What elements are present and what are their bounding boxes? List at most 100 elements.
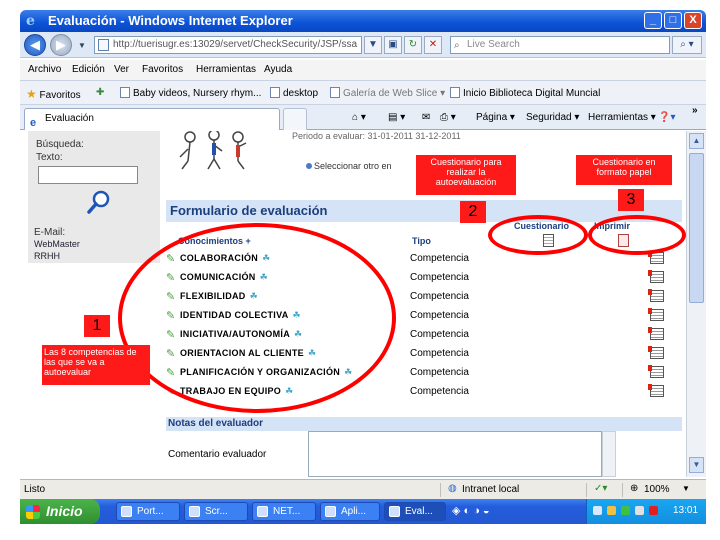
help-icon[interactable]: ❓▾ <box>658 112 675 123</box>
seguridad-menu[interactable]: Seguridad ▾ <box>526 112 579 123</box>
questionnaire-row-icon[interactable] <box>648 365 664 378</box>
address-dropdown-button[interactable]: ▼ <box>364 36 382 54</box>
fav-biblioteca-digital[interactable]: Inicio Biblioteca Digital Muncial <box>450 87 600 99</box>
forward-button[interactable]: ▶ <box>50 34 72 56</box>
minimize-button[interactable]: _ <box>644 12 662 29</box>
competencia-tipo: Competencia <box>410 348 469 359</box>
task-apli[interactable]: Apli... <box>320 502 380 521</box>
questionnaire-row-icon[interactable] <box>648 308 664 321</box>
magnifier-search-icon[interactable] <box>86 189 112 215</box>
tray-alert-icon[interactable] <box>649 506 658 515</box>
select-other-link[interactable]: Seleccionar otro en <box>314 161 392 171</box>
back-button[interactable]: ◀ <box>24 34 46 56</box>
fav-desktop[interactable]: desktop <box>270 87 318 99</box>
compat-view-icon[interactable]: ▣ <box>384 36 402 54</box>
annotation-number-3: 3 <box>618 189 644 211</box>
questionnaire-row-icon[interactable] <box>648 346 664 359</box>
new-tab-button[interactable] <box>283 108 307 130</box>
windows-logo-icon <box>26 505 40 519</box>
tray-app-icon[interactable] <box>621 506 630 515</box>
questionnaire-row-icon[interactable] <box>648 327 664 340</box>
tray-app-icon[interactable] <box>607 506 616 515</box>
zoom-dropdown-icon[interactable]: ▼ <box>682 484 690 493</box>
status-bar: Listo ◍ Intranet local ✓▾ ⊕ 100% ▼ <box>20 479 706 499</box>
maximize-button[interactable]: □ <box>664 12 682 29</box>
page-icon <box>330 87 340 98</box>
history-dropdown-icon[interactable]: ▼ <box>78 41 86 50</box>
start-button[interactable]: Inicio <box>20 499 100 524</box>
star-icon: ★ <box>26 87 37 101</box>
questionnaire-row-icon[interactable] <box>648 289 664 302</box>
window-title-bar[interactable]: e Evaluación - Windows Internet Explorer… <box>20 10 706 32</box>
col-tipo[interactable]: Tipo <box>412 236 431 246</box>
callout-imprimir: Cuestionario en formato papel <box>576 155 672 185</box>
pagina-menu[interactable]: Página ▾ <box>476 112 515 123</box>
menu-ayuda[interactable]: Ayuda <box>264 64 292 75</box>
questionnaire-row-icon[interactable] <box>648 384 664 397</box>
favorites-button[interactable]: ★ Favoritos <box>26 87 81 101</box>
print-icon[interactable]: ⎙ ▾ <box>440 112 456 123</box>
search-go-button[interactable]: ⌕ ▾ <box>672 36 702 54</box>
task-label: Apli... <box>341 506 367 517</box>
close-button[interactable]: X <box>684 12 702 29</box>
comentario-scrollbar[interactable] <box>602 431 616 477</box>
fav-label: Baby videos, Nursery rhym... <box>133 88 262 99</box>
task-evaluacion[interactable]: Eval... <box>384 502 446 521</box>
task-scr[interactable]: Scr... <box>184 502 248 521</box>
fav-baby-videos[interactable]: Baby videos, Nursery rhym... <box>120 87 261 99</box>
annotation-number-2: 2 <box>460 201 486 223</box>
protected-mode-icon[interactable]: ✓▾ <box>594 483 607 494</box>
stop-icon[interactable]: ✕ <box>424 36 442 54</box>
scroll-up-icon[interactable]: ▲ <box>689 133 704 149</box>
scroll-down-icon[interactable]: ▼ <box>689 457 704 473</box>
rrhh-link[interactable]: RRHH <box>34 251 60 261</box>
security-zone[interactable]: Intranet local <box>462 484 519 495</box>
webmaster-link[interactable]: WebMaster <box>34 239 80 249</box>
menu-archivo[interactable]: Archivo <box>28 64 61 75</box>
add-favorite-icon[interactable]: ✚ <box>96 87 104 98</box>
menu-herramientas[interactable]: Herramientas <box>196 64 256 75</box>
address-input[interactable]: http://tuerisugr.es:13029/servet/CheckSe… <box>94 36 362 54</box>
tray-app-icon[interactable] <box>635 506 644 515</box>
tab-label: Evaluación <box>45 113 94 124</box>
network-icon[interactable] <box>593 506 602 515</box>
fav-web-slice-gallery[interactable]: Galería de Web Slice ▾ <box>330 87 445 99</box>
feeds-icon[interactable]: ▤ ▾ <box>388 112 405 123</box>
toolbar-overflow-icon[interactable]: » <box>692 105 698 116</box>
quick-launch-icons[interactable]: ◈ ◐ ◑ ◒ <box>452 504 490 517</box>
herramientas-menu[interactable]: Herramientas ▾ <box>588 112 656 123</box>
herramientas-label: Herramientas <box>588 112 649 123</box>
status-separator <box>440 483 441 497</box>
home-icon[interactable]: ⌂ ▾ <box>352 112 366 123</box>
task-net[interactable]: NET... <box>252 502 316 521</box>
refresh-icon[interactable]: ↻ <box>404 36 422 54</box>
competencia-tipo: Competencia <box>410 386 469 397</box>
competencia-tipo: Competencia <box>410 367 469 378</box>
questionnaire-row-icon[interactable] <box>648 270 664 283</box>
tab-bar: e Evaluación ⌂ ▾ ▤ ▾ ✉ ⎙ ▾ Página ▾ Segu… <box>20 104 706 130</box>
ie-tab-icon: e <box>30 117 37 129</box>
tab-evaluacion[interactable]: e Evaluación <box>24 108 280 130</box>
menu-edicion[interactable]: Edición <box>72 64 105 75</box>
clock[interactable]: 13:01 <box>673 505 698 516</box>
task-port[interactable]: Port... <box>116 502 180 521</box>
status-separator <box>586 483 587 497</box>
scroll-thumb[interactable] <box>689 153 704 303</box>
address-toolbar: ◀ ▶ ▼ http://tuerisugr.es:13029/servet/C… <box>20 32 706 58</box>
competencia-tipo: Competencia <box>410 310 469 321</box>
bullet-icon <box>306 163 312 169</box>
system-tray: 13:01 <box>586 499 706 524</box>
folder-icon <box>257 506 268 517</box>
page-icon <box>98 39 109 51</box>
live-search-input[interactable]: ⌕ Live Search <box>450 36 670 54</box>
menu-ver[interactable]: Ver <box>114 64 129 75</box>
mail-icon[interactable]: ✉ <box>422 112 430 123</box>
zoom-level[interactable]: 100% <box>644 484 670 495</box>
menu-bar: Archivo Edición Ver Favoritos Herramient… <box>20 60 706 80</box>
page-scrollbar[interactable]: ▲ ▼ <box>686 131 706 477</box>
sidebar-search-input[interactable] <box>38 166 138 184</box>
zoom-icon[interactable]: ⊕ <box>630 483 638 494</box>
comentario-textarea[interactable] <box>308 431 602 477</box>
menu-favoritos[interactable]: Favoritos <box>142 64 183 75</box>
sidebar: Búsqueda: Texto: E-Mail: WebMaster RRHH <box>28 131 160 263</box>
